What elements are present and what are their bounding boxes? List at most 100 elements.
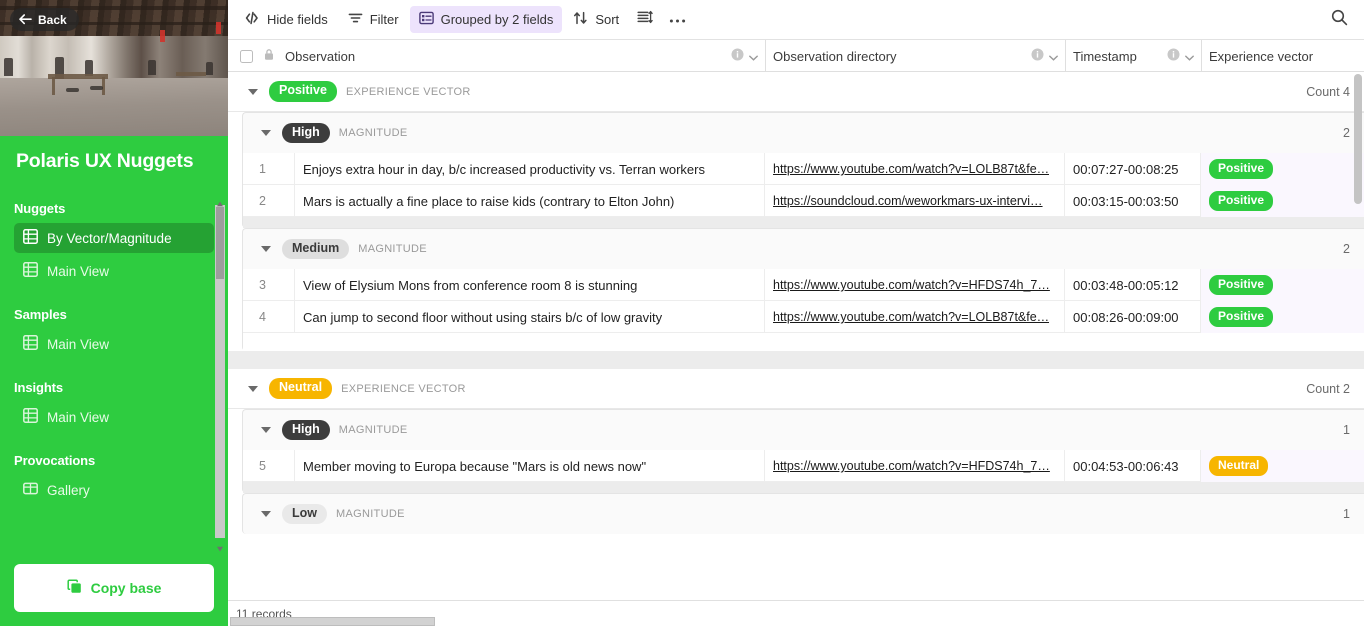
row-height-button[interactable] xyxy=(630,6,660,33)
cell-observation-directory[interactable]: https://soundcloud.com/weworkmars-ux-int… xyxy=(765,185,1065,217)
cell-observation-directory[interactable]: https://www.youtube.com/watch?v=HFDS74h_… xyxy=(765,269,1065,301)
subgroup-header-high[interactable]: High MAGNITUDE 1 xyxy=(243,410,1364,450)
column-header-experience-vector[interactable]: Experience vector xyxy=(1202,40,1364,72)
column-header-controls[interactable] xyxy=(1031,48,1058,64)
cell-experience-vector[interactable]: Positive xyxy=(1201,185,1364,217)
grid-rows: Positive EXPERIENCE VECTOR Count 4 High … xyxy=(228,72,1364,626)
group-header-positive[interactable]: Positive EXPERIENCE VECTOR Count 4 xyxy=(228,72,1364,112)
chevron-down-icon[interactable] xyxy=(1185,49,1194,64)
sort-icon xyxy=(573,11,588,28)
cell-timestamp[interactable]: 00:03:48-00:05:12 xyxy=(1065,269,1201,301)
cell-observation-directory[interactable]: https://www.youtube.com/watch?v=LOLB87t&… xyxy=(765,153,1065,185)
cell-observation[interactable]: Member moving to Europa because "Mars is… xyxy=(295,450,765,482)
info-icon[interactable] xyxy=(1167,48,1180,64)
view-toolbar: Hide fields Filter Grouped by 2 fields S… xyxy=(228,0,1364,40)
scroll-down-arrow-icon[interactable] xyxy=(216,540,224,552)
group-button[interactable]: Grouped by 2 fields xyxy=(409,6,563,33)
directory-link[interactable]: https://www.youtube.com/watch?v=LOLB87t&… xyxy=(773,310,1049,324)
collapse-caret-icon[interactable] xyxy=(261,511,271,517)
directory-link[interactable]: https://www.youtube.com/watch?v=HFDS74h_… xyxy=(773,459,1050,473)
column-header-timestamp[interactable]: Timestamp xyxy=(1066,40,1202,72)
subgroup-field-name: MAGNITUDE xyxy=(338,424,408,436)
cover-person xyxy=(4,58,13,76)
cover-table xyxy=(176,72,206,76)
column-header-observation[interactable]: Observation xyxy=(228,40,766,72)
group-positive-body: High MAGNITUDE 2 1 Enjoys extra hour in … xyxy=(228,112,1364,351)
sidebar-scrollbar[interactable] xyxy=(215,193,225,552)
status-badge: Positive xyxy=(1209,307,1274,327)
subgroup-header-medium[interactable]: Medium MAGNITUDE 2 xyxy=(243,229,1364,269)
cell-timestamp[interactable]: 00:04:53-00:06:43 xyxy=(1065,450,1201,482)
sidebar-item-by-vector-magnitude[interactable]: By Vector/Magnitude xyxy=(14,223,214,254)
cell-timestamp[interactable]: 00:03:15-00:03:50 xyxy=(1065,185,1201,217)
vertical-scrollbar[interactable] xyxy=(1354,74,1362,204)
sidebar-scrollbar-thumb[interactable] xyxy=(216,207,224,280)
subgroup-header-low[interactable]: Low MAGNITUDE 1 xyxy=(243,494,1364,534)
filter-icon xyxy=(348,11,363,28)
column-header-observation-directory[interactable]: Observation directory xyxy=(766,40,1066,72)
cell-experience-vector[interactable]: Positive xyxy=(1201,153,1364,185)
cell-observation[interactable]: Enjoys extra hour in day, b/c increased … xyxy=(295,153,765,185)
directory-link[interactable]: https://www.youtube.com/watch?v=HFDS74h_… xyxy=(773,278,1050,292)
table-row[interactable]: 3 View of Elysium Mons from conference r… xyxy=(243,269,1364,301)
grid-table-icon xyxy=(23,229,38,247)
collapse-caret-icon[interactable] xyxy=(261,130,271,136)
group-header-neutral[interactable]: Neutral EXPERIENCE VECTOR Count 2 xyxy=(228,369,1364,409)
sidebar-item-provocations-gallery[interactable]: Gallery xyxy=(14,475,214,505)
back-button[interactable]: Back xyxy=(10,8,79,31)
chevron-down-icon[interactable] xyxy=(1049,49,1058,64)
hide-fields-button[interactable]: Hide fields xyxy=(236,6,337,33)
directory-link[interactable]: https://www.youtube.com/watch?v=LOLB87t&… xyxy=(773,162,1049,176)
group-field-name: EXPERIENCE VECTOR xyxy=(341,382,466,395)
scroll-up-arrow-icon[interactable] xyxy=(216,195,224,207)
cover-person xyxy=(148,60,156,75)
filter-button[interactable]: Filter xyxy=(339,6,408,33)
table-row[interactable]: 4 Can jump to second floor without using… xyxy=(243,301,1364,333)
search-button[interactable] xyxy=(1324,6,1354,33)
info-icon[interactable] xyxy=(1031,48,1044,64)
cell-experience-vector[interactable]: Positive xyxy=(1201,269,1364,301)
sidebar-item-samples-main-view[interactable]: Main View xyxy=(14,329,214,359)
table-row[interactable]: 1 Enjoys extra hour in day, b/c increase… xyxy=(243,153,1364,185)
collapse-caret-icon[interactable] xyxy=(261,246,271,252)
cell-experience-vector[interactable]: Neutral xyxy=(1201,450,1364,482)
main-panel: Hide fields Filter Grouped by 2 fields S… xyxy=(228,0,1364,626)
copy-base-button[interactable]: Copy base xyxy=(14,564,214,612)
horizontal-scrollbar[interactable] xyxy=(230,617,435,626)
cell-observation-directory[interactable]: https://www.youtube.com/watch?v=LOLB87t&… xyxy=(765,301,1065,333)
column-header-controls[interactable] xyxy=(731,48,758,64)
subgroup-header-high[interactable]: High MAGNITUDE 2 xyxy=(243,113,1364,153)
info-icon[interactable] xyxy=(731,48,744,64)
cell-observation[interactable]: View of Elysium Mons from conference roo… xyxy=(295,269,765,301)
table-row[interactable]: 5 Member moving to Europa because "Mars … xyxy=(243,450,1364,482)
search-icon xyxy=(1331,9,1348,31)
sidebar-item-nuggets-main-view[interactable]: Main View xyxy=(14,256,214,286)
chevron-down-icon[interactable] xyxy=(749,49,758,64)
ellipsis-icon xyxy=(669,11,686,29)
cover-table xyxy=(48,74,108,79)
cell-timestamp[interactable]: 00:08:26-00:09:00 xyxy=(1065,301,1201,333)
cell-observation-directory[interactable]: https://www.youtube.com/watch?v=HFDS74h_… xyxy=(765,450,1065,482)
collapse-caret-icon[interactable] xyxy=(248,385,258,392)
sidebar-nav: Nuggets By Vector/Magnitude Main View Sa… xyxy=(0,189,228,554)
cell-timestamp[interactable]: 00:07:27-00:08:25 xyxy=(1065,153,1201,185)
cell-observation[interactable]: Can jump to second floor without using s… xyxy=(295,301,765,333)
table-row[interactable]: 2 Mars is actually a fine place to raise… xyxy=(243,185,1364,217)
sidebar-item-insights-main-view[interactable]: Main View xyxy=(14,402,214,432)
column-header-controls[interactable] xyxy=(1167,48,1194,64)
collapse-caret-icon[interactable] xyxy=(248,88,258,95)
subgroup-separator xyxy=(243,217,1364,228)
select-all-checkbox[interactable] xyxy=(240,49,253,63)
collapse-caret-icon[interactable] xyxy=(261,427,271,433)
cell-observation[interactable]: Mars is actually a fine place to raise k… xyxy=(295,185,765,217)
copy-icon xyxy=(67,579,82,597)
status-badge: Neutral xyxy=(1209,456,1269,476)
sort-button[interactable]: Sort xyxy=(564,6,628,33)
copy-base-label: Copy base xyxy=(90,580,162,596)
group-field-name: EXPERIENCE VECTOR xyxy=(345,85,471,98)
cell-experience-vector[interactable]: Positive xyxy=(1201,301,1364,333)
cell-text: 00:03:15-00:03:50 xyxy=(1073,193,1179,209)
sidebar-item-label: Gallery xyxy=(47,482,90,498)
directory-link[interactable]: https://soundcloud.com/weworkmars-ux-int… xyxy=(773,194,1043,208)
more-options-button[interactable] xyxy=(662,6,692,33)
